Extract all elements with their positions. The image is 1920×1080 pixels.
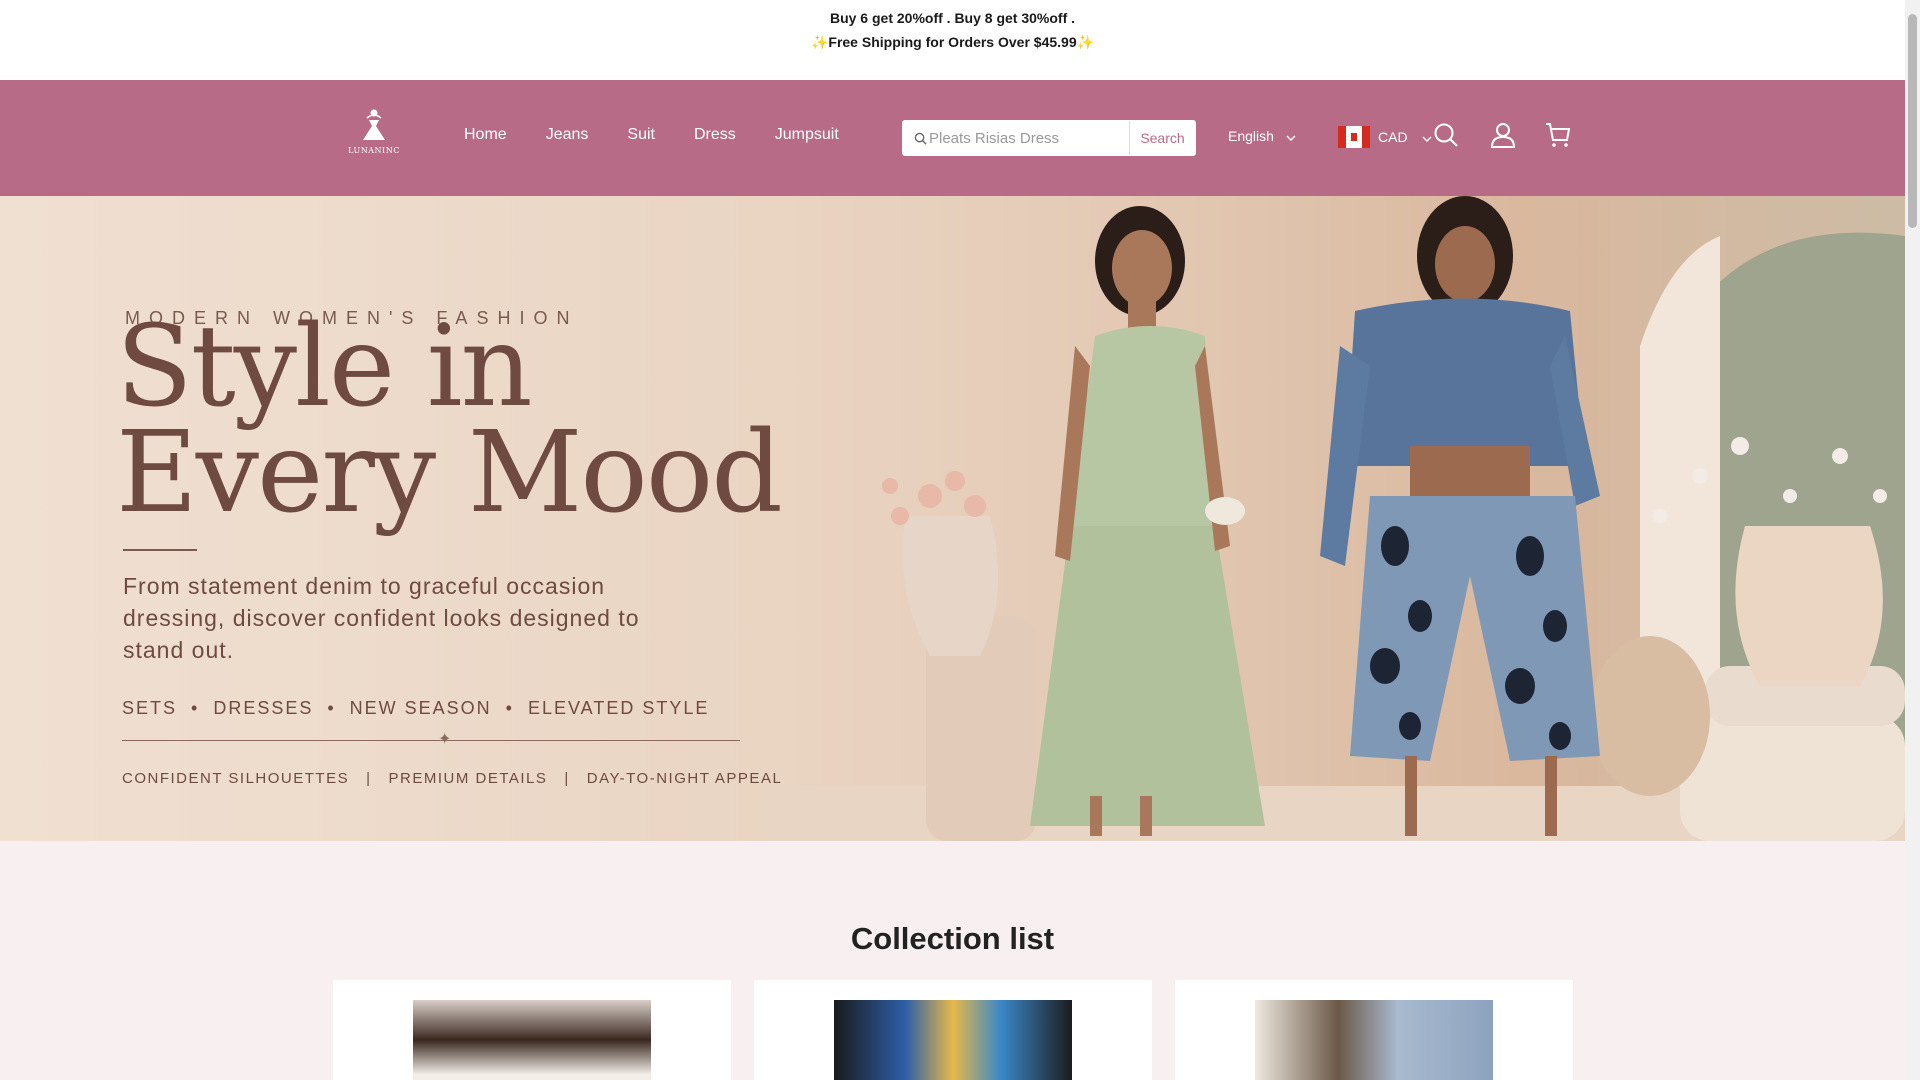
search-button[interactable]: Search [1129, 121, 1195, 155]
announcement-bar: Buy 6 get 20%off . Buy 8 get 30%off . ✨F… [0, 0, 1905, 80]
hero-rule [123, 549, 197, 551]
nav-dress[interactable]: Dress [694, 126, 736, 144]
page: Buy 6 get 20%off . Buy 8 get 30%off . ✨F… [0, 0, 1905, 1080]
search-form: Search [902, 120, 1196, 156]
hero-features: CONFIDENT SILHOUETTES | PREMIUM DETAILS … [122, 770, 783, 787]
chevron-down-icon [1286, 128, 1296, 144]
hero-tags: SETS • DRESSES • NEW SEASON • ELEVATED S… [122, 698, 710, 718]
scrollbar-thumb[interactable] [1908, 14, 1917, 228]
collection-title: Collection list [850, 921, 1055, 956]
logo-text: LUNANINC [348, 146, 400, 155]
nav-home[interactable]: Home [464, 126, 507, 144]
chevron-down-icon [1422, 129, 1432, 145]
collection-card[interactable] [1175, 980, 1573, 1080]
search-input[interactable] [929, 121, 1129, 155]
hero-title-line-1: Style in [116, 302, 533, 432]
brand-logo[interactable]: LUNANINC [344, 108, 404, 168]
language-selector[interactable]: English [1228, 128, 1296, 144]
search-icon [903, 121, 929, 155]
nav-suit[interactable]: Suit [627, 126, 655, 144]
main-nav: Home Jeans Suit Dress Jumpsuit [464, 126, 878, 144]
announcement-line-1: Buy 6 get 20%off . Buy 8 get 30%off . [829, 10, 1076, 26]
hero-subtitle: From statement denim to graceful occasio… [123, 573, 640, 663]
nav-jumpsuit[interactable]: Jumpsuit [775, 126, 839, 144]
canada-flag-icon [1338, 126, 1370, 148]
hero-title: Style in Every Mood [116, 302, 783, 538]
logo-figure-icon [363, 109, 385, 140]
search-icon[interactable] [1433, 122, 1459, 153]
collection-image [413, 1000, 651, 1080]
vertical-scrollbar[interactable] [1905, 0, 1920, 1080]
diamond-icon: ✦ [438, 731, 452, 748]
announcement-line-2: ✨Free Shipping for Orders Over $45.99✨ [810, 34, 1095, 50]
language-label: English [1228, 128, 1274, 144]
currency-label: CAD [1378, 129, 1408, 145]
collection-list-section: Collection list [0, 841, 1905, 1080]
collection-image [1255, 1000, 1493, 1080]
hero-banner[interactable]: MODERN WOMEN'S FASHION Style in Every Mo… [0, 196, 1905, 841]
currency-selector[interactable]: CAD [1338, 126, 1432, 148]
collection-card[interactable] [754, 980, 1152, 1080]
account-icon[interactable] [1490, 122, 1516, 153]
cart-icon[interactable] [1545, 122, 1571, 153]
site-header: LUNANINC Home Jeans Suit Dress Jumpsuit … [0, 80, 1905, 196]
nav-jeans[interactable]: Jeans [546, 126, 589, 144]
hero-title-line-2: Every Mood [116, 408, 783, 538]
collection-card[interactable] [333, 980, 731, 1080]
collection-image [834, 1000, 1072, 1080]
hero-divider [122, 740, 740, 741]
